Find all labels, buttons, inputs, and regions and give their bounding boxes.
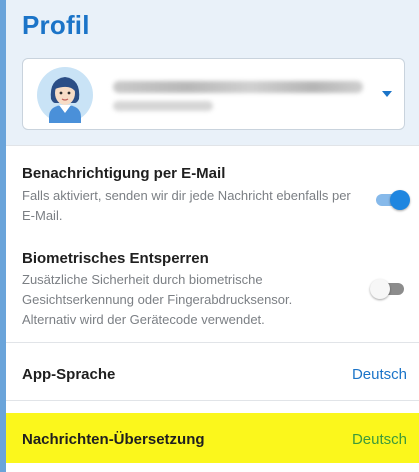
app-language-label: App-Sprache <box>22 366 116 383</box>
biometric-unlock-description: Zusätzliche Sicherheit durch biometrisch… <box>22 272 293 327</box>
email-notification-toggle[interactable] <box>372 190 410 210</box>
message-translation-row[interactable]: Nachrichten-Übersetzung Deutsch <box>6 413 419 463</box>
account-name-redacted <box>113 81 363 93</box>
toggle-knob <box>370 279 390 299</box>
page-title: Profil <box>22 10 90 40</box>
app-language-value[interactable]: Deutsch <box>352 366 407 383</box>
toggle-knob <box>390 190 410 210</box>
email-notification-title: Benachrichtigung per E-Mail <box>22 165 226 182</box>
biometric-unlock-title: Biometrisches Entsperren <box>22 250 209 267</box>
message-translation-label: Nachrichten-Übersetzung <box>22 431 205 448</box>
divider <box>6 342 419 343</box>
left-border <box>0 0 6 472</box>
divider <box>6 400 419 401</box>
divider <box>6 145 419 146</box>
account-email-redacted <box>113 101 213 111</box>
profile-screen: Profil Benachrichtigung per E-Mail Falls… <box>0 0 419 472</box>
email-notification-description: Falls aktiviert, senden wir dir jede Nac… <box>22 188 351 223</box>
biometric-unlock-toggle[interactable] <box>370 279 406 299</box>
message-translation-value[interactable]: Deutsch <box>352 431 407 448</box>
user-avatar-icon <box>37 67 93 123</box>
chevron-down-icon[interactable] <box>382 91 392 97</box>
account-selector[interactable] <box>22 58 405 130</box>
